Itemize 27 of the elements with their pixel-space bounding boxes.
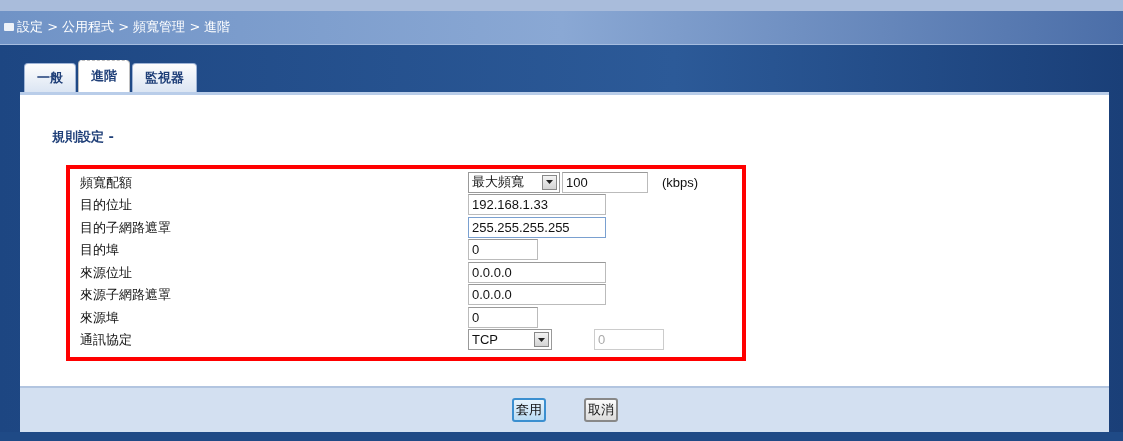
tab[interactable]: 進階 (78, 59, 130, 92)
apply-button[interactable]: 套用 (511, 397, 546, 422)
unit-label: (kbps) (662, 174, 699, 190)
dropdown[interactable]: 最大頻寬 (468, 171, 560, 193)
field-label: 目的埠 (80, 241, 120, 260)
field-label: 來源位址 (80, 263, 133, 282)
text-field[interactable]: 192.168.1.33 (468, 194, 606, 216)
text-field[interactable]: 0.0.0.0 (468, 284, 606, 306)
dropdown-arrow-icon (538, 337, 545, 342)
field-label: 通訊協定 (80, 331, 133, 350)
section-title: 規則設定 - (52, 127, 115, 146)
text-field[interactable]: 0 (468, 306, 538, 328)
dropdown-arrow-icon (546, 180, 553, 185)
text-field[interactable]: 255.255.255.255 (468, 216, 606, 238)
folder-icon (4, 23, 14, 32)
breadcrumb: 設定 > 公用程式 > 頻寬管理 > 進階 (17, 18, 231, 37)
tab[interactable]: 監視器 (132, 62, 197, 92)
text-field[interactable]: 0 (468, 239, 538, 261)
text-field[interactable]: 0.0.0.0 (468, 261, 606, 283)
field-label: 來源子網路遮罩 (80, 286, 172, 305)
field-label: 目的子網路遮罩 (80, 218, 172, 237)
cancel-button[interactable]: 取消 (583, 397, 618, 422)
field-label: 目的位址 (80, 196, 133, 215)
field-label: 頻寬配額 (80, 173, 133, 192)
field-label: 來源埠 (80, 308, 120, 327)
text-field[interactable]: 100 (562, 171, 648, 193)
tab[interactable]: 一般 (24, 62, 76, 92)
